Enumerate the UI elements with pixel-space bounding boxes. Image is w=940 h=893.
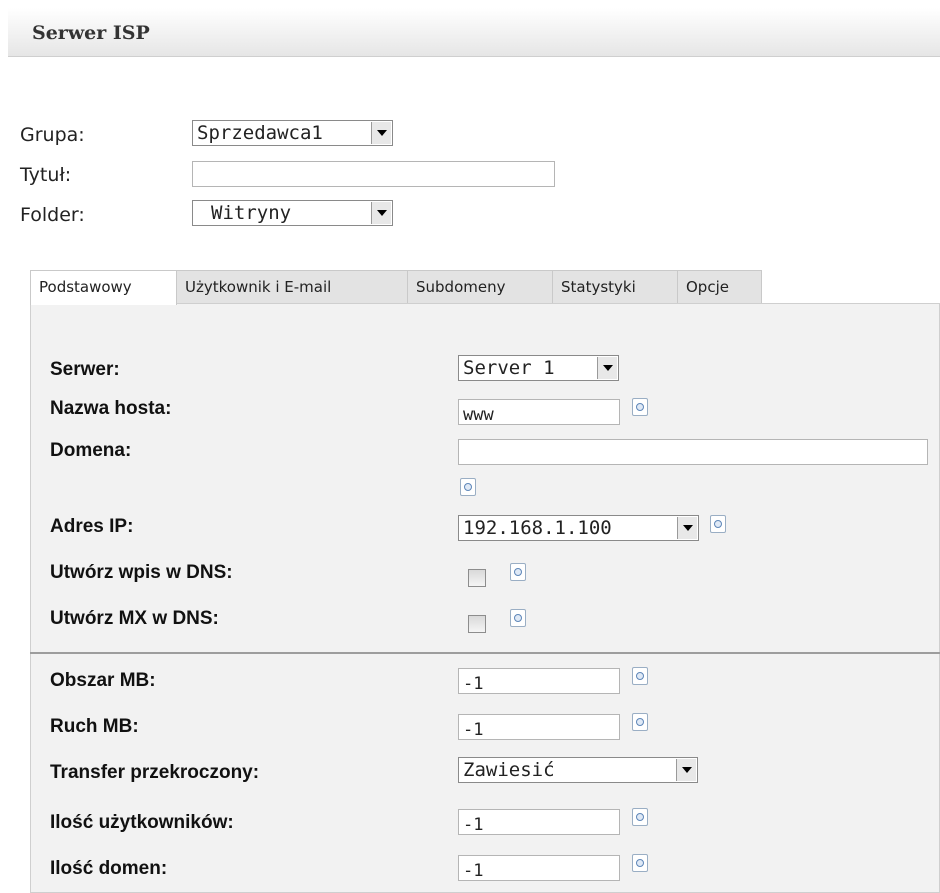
section-divider <box>30 652 940 654</box>
info-icon[interactable] <box>510 609 526 627</box>
chevron-down-icon <box>676 759 696 781</box>
domains-count-input[interactable]: -1 <box>458 855 620 881</box>
create-mx-checkbox[interactable] <box>468 615 486 633</box>
folder-select-value: Witryny <box>211 202 292 224</box>
transfer-exceeded-label: Transfer przekroczony: <box>50 762 260 783</box>
server-select-value: Server 1 <box>463 357 555 379</box>
users-count-input[interactable]: -1 <box>458 809 620 835</box>
tab-options[interactable]: Opcje <box>677 270 762 304</box>
space-input[interactable]: -1 <box>458 668 620 694</box>
chevron-down-icon <box>677 517 697 539</box>
transfer-exceeded-value: Zawiesić <box>463 759 555 781</box>
domain-label: Domena: <box>50 440 132 461</box>
traffic-label: Ruch MB: <box>50 716 139 737</box>
group-label: Grupa: <box>20 124 85 146</box>
ip-select[interactable]: 192.168.1.100 <box>458 515 699 541</box>
tab-subdomains[interactable]: Subdomeny <box>407 270 553 304</box>
info-icon[interactable] <box>632 398 648 416</box>
title-input[interactable] <box>192 161 555 187</box>
server-label: Serwer: <box>50 359 120 380</box>
server-select[interactable]: Server 1 <box>458 355 619 381</box>
tab-podstawowy[interactable]: Podstawowy <box>30 270 177 305</box>
domain-input[interactable] <box>458 439 928 465</box>
info-icon[interactable] <box>632 667 648 685</box>
info-icon[interactable] <box>632 808 648 826</box>
create-dns-checkbox[interactable] <box>468 569 486 587</box>
info-icon[interactable] <box>632 854 648 872</box>
chevron-down-icon <box>371 122 391 144</box>
group-select[interactable]: Sprzedawca1 <box>192 120 393 146</box>
traffic-input[interactable]: -1 <box>458 714 620 740</box>
create-dns-label: Utwórz wpis w DNS: <box>50 562 233 583</box>
ip-label: Adres IP: <box>50 516 134 537</box>
tab-user-email[interactable]: Użytkownik i E-mail <box>176 270 438 304</box>
ip-select-value: 192.168.1.100 <box>463 517 612 539</box>
create-mx-label: Utwórz MX w DNS: <box>50 608 219 629</box>
info-icon[interactable] <box>632 713 648 731</box>
chevron-down-icon <box>371 202 391 224</box>
info-icon[interactable] <box>710 515 726 533</box>
info-icon[interactable] <box>460 478 476 496</box>
title-label: Tytuł: <box>20 164 72 186</box>
users-count-label: Ilość użytkowników: <box>50 812 234 833</box>
tab-panel <box>30 303 940 893</box>
hostname-label: Nazwa hosta: <box>50 398 172 419</box>
domains-count-label: Ilość domen: <box>50 858 168 879</box>
group-select-value: Sprzedawca1 <box>197 122 323 144</box>
chevron-down-icon <box>597 357 617 379</box>
transfer-exceeded-select[interactable]: Zawiesić <box>458 757 698 783</box>
info-icon[interactable] <box>510 563 526 581</box>
page-title: Serwer ISP <box>32 22 150 44</box>
folder-select[interactable]: Witryny <box>192 200 393 226</box>
page-header: Serwer ISP <box>8 8 940 57</box>
folder-label: Folder: <box>20 204 85 226</box>
hostname-input[interactable]: www <box>458 399 620 425</box>
tab-statistics[interactable]: Statystyki <box>552 270 678 304</box>
space-label: Obszar MB: <box>50 670 156 691</box>
